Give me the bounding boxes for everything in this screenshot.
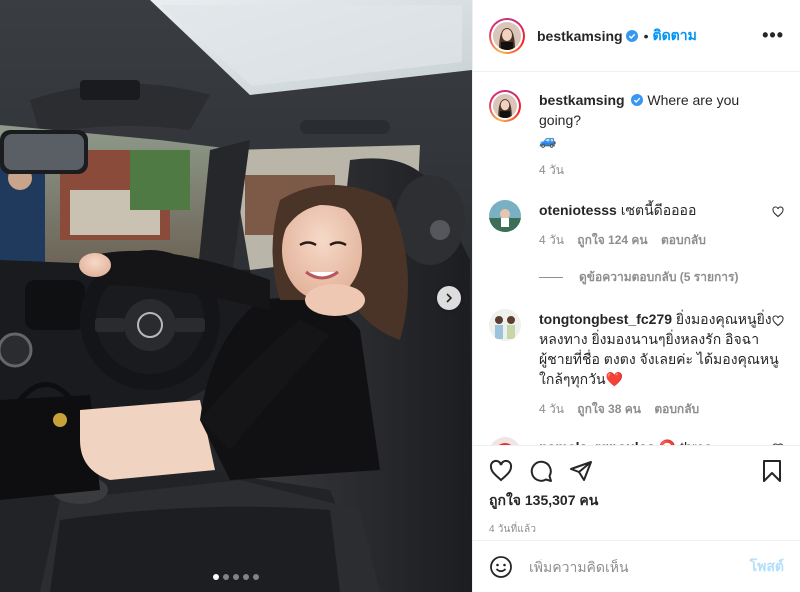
carousel-dot xyxy=(223,574,229,580)
comment-like-heart-icon[interactable] xyxy=(772,315,784,327)
comment-username[interactable]: oteniotesss xyxy=(539,202,617,218)
carousel-dot xyxy=(253,574,259,580)
post-photo xyxy=(0,0,472,592)
avatar[interactable] xyxy=(489,17,525,54)
profile-photo xyxy=(493,21,521,50)
emoji-icon[interactable] xyxy=(489,555,513,579)
verified-badge-icon xyxy=(625,29,638,42)
comment-likes[interactable]: ถูกใจ 124 คน xyxy=(577,233,647,247)
avatar[interactable] xyxy=(489,200,521,232)
comment-item: oteniotesss เซตนี้ดีออออ 4 วัน ถูกใจ 124… xyxy=(489,200,784,250)
reply-button[interactable]: ตอบกลับ xyxy=(661,233,706,247)
commenter-photo xyxy=(489,309,521,341)
post-caption: bestkamsing Where are you going? 🚙 4 วัน xyxy=(489,90,784,180)
caption-time[interactable]: 4 วัน xyxy=(539,163,564,177)
posted-time[interactable]: 4 วันที่แล้ว xyxy=(489,522,784,537)
post-side-panel: bestkamsing • ติดตาม ••• bestkamsing Whe… xyxy=(472,0,800,592)
avatar[interactable] xyxy=(489,90,521,122)
likes-count[interactable]: ถูกใจ 135,307 คน xyxy=(489,490,784,512)
post-image xyxy=(0,0,472,592)
follow-button[interactable]: ติดตาม xyxy=(653,25,697,47)
post-actions: ถูกใจ 135,307 คน 4 วันที่แล้ว xyxy=(473,445,800,537)
add-comment-bar: โพสต์ xyxy=(473,540,800,592)
caption-username[interactable]: bestkamsing xyxy=(539,92,625,108)
red-heart-emoji: ❤️ xyxy=(605,371,623,387)
comment-like-heart-icon[interactable] xyxy=(772,206,784,218)
view-replies-button[interactable]: ดูข้อความตอบกลับ (5 รายการ) xyxy=(539,268,784,287)
comment-likes[interactable]: ถูกใจ 38 คน xyxy=(577,402,641,416)
heart-icon[interactable] xyxy=(489,459,513,483)
reply-button[interactable]: ตอบกลับ xyxy=(654,402,699,416)
chevron-right-icon xyxy=(446,293,453,303)
profile-photo xyxy=(493,94,517,118)
carousel-dot xyxy=(213,574,219,580)
carousel-dot xyxy=(243,574,249,580)
post-comment-button[interactable]: โพสต์ xyxy=(750,556,784,578)
verified-badge-icon xyxy=(631,94,644,106)
post-header: bestkamsing • ติดตาม ••• xyxy=(473,0,800,72)
more-options-button[interactable]: ••• xyxy=(762,25,784,46)
comment-item: pamela_rgpoulos ⭕ three xyxy=(489,437,784,445)
comment-time[interactable]: 4 วัน xyxy=(539,233,564,247)
comment-icon[interactable] xyxy=(529,459,553,483)
carousel-dots xyxy=(0,574,472,580)
carousel-dot xyxy=(233,574,239,580)
comment-text: เซตนี้ดีออออ xyxy=(620,202,697,218)
car-emoji: 🚙 xyxy=(539,132,557,148)
avatar[interactable] xyxy=(489,309,521,341)
comment-item: tongtongbest_fc279 ยิ่งมองคุณหนูยิ่งหลงท… xyxy=(489,309,784,419)
divider-line xyxy=(539,277,563,278)
commenter-photo xyxy=(489,437,521,445)
avatar[interactable] xyxy=(489,437,521,445)
caption-body: bestkamsing Where are you going? 🚙 4 วัน xyxy=(539,90,784,180)
comment-input[interactable] xyxy=(529,558,750,575)
share-icon[interactable] xyxy=(569,459,593,483)
comments-list[interactable]: bestkamsing Where are you going? 🚙 4 วัน xyxy=(473,72,800,445)
separator-dot: • xyxy=(643,27,649,44)
comment-username[interactable]: tongtongbest_fc279 xyxy=(539,311,672,327)
comment-time[interactable]: 4 วัน xyxy=(539,402,564,416)
post-author-username[interactable]: bestkamsing xyxy=(537,28,623,44)
bookmark-icon[interactable] xyxy=(760,459,784,483)
commenter-photo xyxy=(489,200,521,232)
view-replies-label: ดูข้อความตอบกลับ (5 รายการ) xyxy=(579,270,739,284)
carousel-next-button[interactable] xyxy=(437,286,461,310)
